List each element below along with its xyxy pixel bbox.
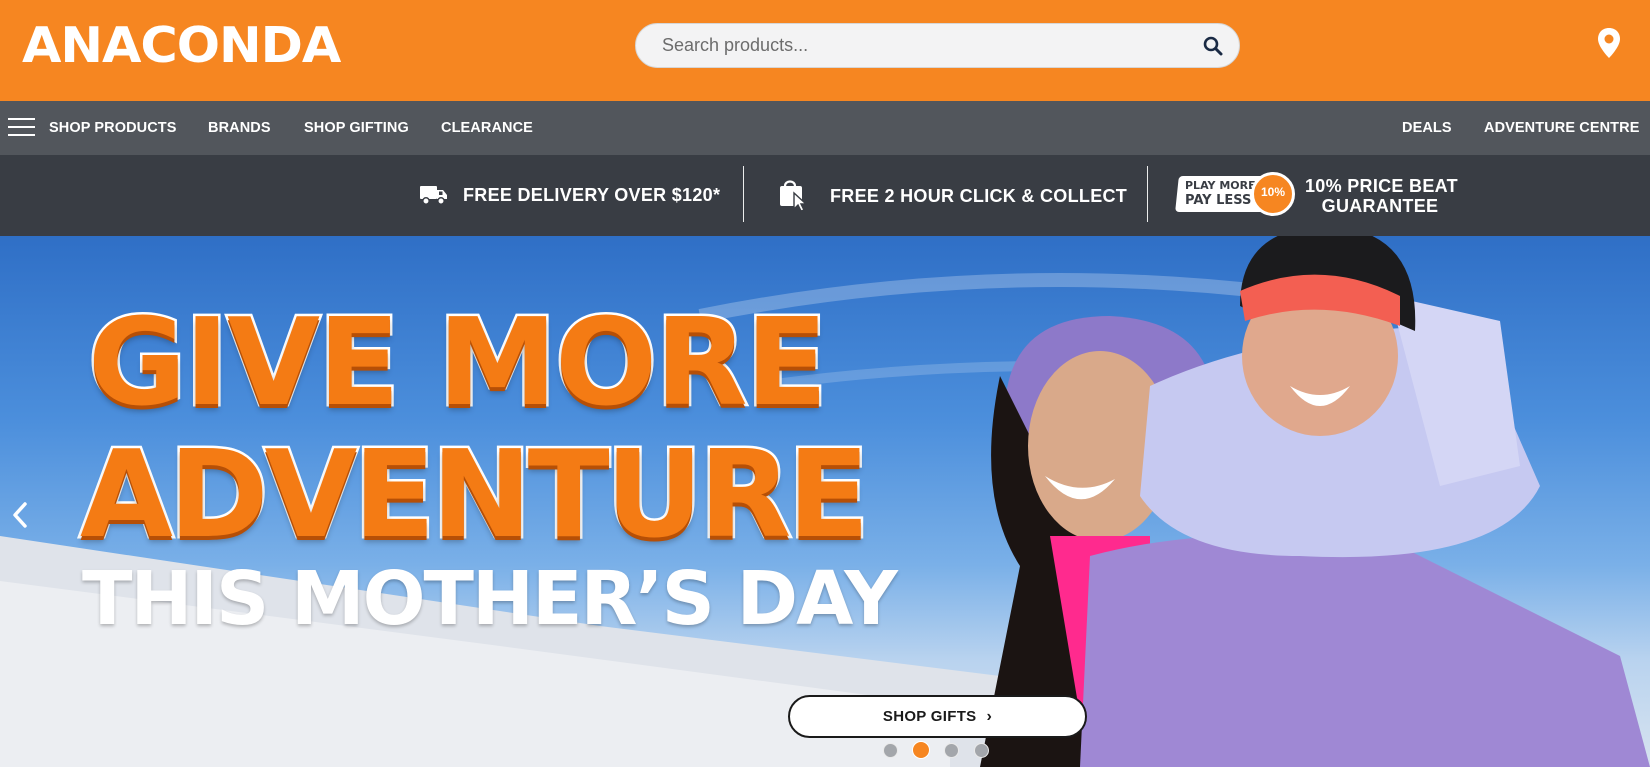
shop-gifts-button[interactable]: SHOP GIFTS › (788, 695, 1087, 738)
free-delivery-text: FREE DELIVERY OVER $120* (463, 185, 721, 205)
price-beat-line-1: 10% PRICE BEAT (1305, 176, 1458, 196)
nav-adventure-centre[interactable]: ADVENTURE CENTRE (1484, 101, 1639, 155)
hero-headline-line-3: THIS MOTHER’S DAY (82, 556, 898, 642)
search-bar (635, 23, 1240, 68)
nav-brands[interactable]: BRANDS (208, 101, 271, 155)
hamburger-menu-icon[interactable] (8, 116, 35, 138)
carousel-prev-icon[interactable] (8, 500, 32, 530)
carousel-dots (883, 741, 993, 760)
chevron-right-icon: › (986, 707, 993, 725)
hero-banner[interactable]: GIVE MORE ADVENTURE THIS MOTHER’S DAY SH… (0, 236, 1650, 767)
anaconda-logo[interactable]: ANACONDA (22, 18, 341, 74)
nav-shop-products[interactable]: SHOP PRODUCTS (49, 101, 177, 155)
site-header: ANACONDA (0, 0, 1650, 101)
map-pin-icon[interactable] (1596, 27, 1622, 59)
shopping-bag-click-icon (777, 175, 811, 213)
price-beat-line-2: GUARANTEE (1321, 196, 1439, 216)
badge-line-2: PAY LESS (1185, 193, 1252, 208)
carousel-dot-1[interactable] (883, 743, 898, 758)
badge-line-1: PLAY MORE (1185, 179, 1256, 192)
carousel-dot-2[interactable] (912, 741, 930, 759)
hero-headline-line-2: ADVENTURE (77, 426, 871, 565)
price-beat-badge: PLAY MORE PAY LESS 10% (1175, 172, 1297, 216)
search-input[interactable] (662, 24, 1162, 67)
search-icon[interactable] (1201, 34, 1225, 58)
benefits-bar: FREE DELIVERY OVER $120* FREE 2 HOUR CLI… (0, 155, 1650, 236)
shop-gifts-label: SHOP GIFTS (882, 708, 977, 725)
nav-clearance[interactable]: CLEARANCE (441, 101, 533, 155)
click-collect-text: FREE 2 HOUR CLICK & COLLECT (830, 186, 1128, 206)
price-beat-text: 10% PRICE BEAT GUARANTEE (1305, 176, 1458, 216)
nav-shop-gifting[interactable]: SHOP GIFTING (304, 101, 409, 155)
benefit-divider (1147, 166, 1148, 222)
benefit-divider (743, 166, 744, 222)
main-nav: SHOP PRODUCTS BRANDS SHOP GIFTING CLEARA… (0, 101, 1650, 155)
badge-percent: 10% (1260, 185, 1286, 199)
truck-icon (419, 183, 449, 207)
carousel-dot-4[interactable] (974, 743, 989, 758)
carousel-dot-3[interactable] (944, 743, 959, 758)
hero-headline-line-1: GIVE MORE (86, 294, 831, 433)
nav-deals[interactable]: DEALS (1402, 101, 1452, 155)
